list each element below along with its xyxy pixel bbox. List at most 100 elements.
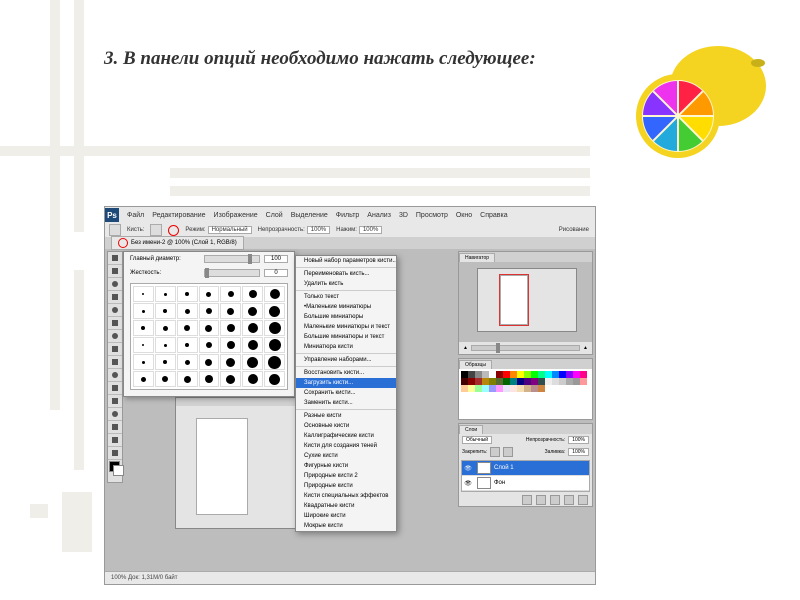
color-swatch[interactable] <box>552 371 559 378</box>
menu-item[interactable]: Выделение <box>291 212 328 219</box>
color-swatch[interactable] <box>545 371 552 378</box>
menu-item[interactable]: Природные кисти <box>296 481 396 491</box>
color-swatch[interactable] <box>468 385 475 392</box>
tool-button[interactable] <box>108 382 122 395</box>
brush-thumb[interactable] <box>177 286 198 302</box>
brush-thumb[interactable] <box>264 320 285 336</box>
blend-mode-select[interactable]: Нормальный <box>208 226 252 234</box>
brush-thumb[interactable] <box>220 354 241 370</box>
brush-thumb[interactable] <box>220 320 241 336</box>
brush-thumb[interactable] <box>242 286 263 302</box>
color-swatch[interactable] <box>503 371 510 378</box>
color-swatch[interactable] <box>496 371 503 378</box>
menu-item[interactable]: Сухие кисти <box>296 451 396 461</box>
brush-thumb[interactable] <box>133 337 154 353</box>
brush-thumb[interactable] <box>133 320 154 336</box>
menu-item[interactable]: Миниатюра кисти <box>296 342 396 352</box>
brush-thumb[interactable] <box>264 371 285 387</box>
new-layer-icon[interactable] <box>564 495 574 505</box>
layer-blend-mode[interactable]: Обычный <box>462 436 492 444</box>
menu-item[interactable]: Кисти специальных эффектов <box>296 491 396 501</box>
brush-thumb[interactable] <box>133 286 154 302</box>
flow-field[interactable]: 100% <box>359 226 382 234</box>
brush-thumb[interactable] <box>199 337 220 353</box>
color-swatch[interactable] <box>510 378 517 385</box>
tool-button[interactable] <box>108 447 122 460</box>
brush-thumb[interactable] <box>199 354 220 370</box>
hardness-value[interactable]: 0 <box>264 269 288 277</box>
brush-thumb[interactable] <box>220 286 241 302</box>
tool-button[interactable] <box>108 265 122 278</box>
color-swatch[interactable] <box>475 385 482 392</box>
brush-thumb[interactable] <box>199 371 220 387</box>
menu-item[interactable]: Квадратные кисти <box>296 501 396 511</box>
brush-thumb[interactable] <box>177 303 198 319</box>
brush-thumb[interactable] <box>264 303 285 319</box>
color-swatch[interactable] <box>461 385 468 392</box>
menu-item[interactable]: Файл <box>127 212 144 219</box>
color-swatch[interactable] <box>531 371 538 378</box>
tool-button[interactable] <box>108 434 122 447</box>
menu-item[interactable]: Загрузить кисти... <box>296 378 396 388</box>
brush-thumb[interactable] <box>133 354 154 370</box>
tool-button[interactable] <box>108 304 122 317</box>
menu-item[interactable]: Восстановить кисти... <box>296 368 396 378</box>
color-swatch[interactable] <box>524 385 531 392</box>
visibility-icon[interactable]: 👁 <box>462 465 474 472</box>
tool-button[interactable] <box>108 330 122 343</box>
color-swatches[interactable] <box>108 460 122 482</box>
document-window[interactable] <box>175 397 307 529</box>
color-swatch[interactable] <box>524 378 531 385</box>
color-swatch[interactable] <box>489 385 496 392</box>
menu-item[interactable]: Маленькие миниатюры <box>296 302 396 312</box>
menu-item[interactable]: Переименовать кисть... <box>296 269 396 279</box>
tool-button[interactable] <box>108 356 122 369</box>
layer-fill[interactable]: 100% <box>568 448 589 456</box>
brush-thumb[interactable] <box>220 303 241 319</box>
color-swatch[interactable] <box>517 371 524 378</box>
color-swatch[interactable] <box>531 378 538 385</box>
brush-thumb[interactable] <box>220 337 241 353</box>
color-swatch[interactable] <box>573 371 580 378</box>
menu-item[interactable]: Заменить кисти... <box>296 398 396 408</box>
menu-item[interactable]: Кисти для создания теней <box>296 441 396 451</box>
brush-thumb[interactable] <box>177 371 198 387</box>
tool-button[interactable] <box>108 421 122 434</box>
color-swatch[interactable] <box>531 385 538 392</box>
brush-thumb[interactable] <box>199 286 220 302</box>
brush-thumb[interactable] <box>242 337 263 353</box>
color-swatch[interactable] <box>566 378 573 385</box>
workspace-label[interactable]: Рисование <box>559 227 589 233</box>
brush-thumb[interactable] <box>242 354 263 370</box>
navigator-thumbnail[interactable] <box>477 268 577 332</box>
color-swatch[interactable] <box>517 378 524 385</box>
brush-thumb[interactable] <box>133 303 154 319</box>
color-swatch[interactable] <box>517 385 524 392</box>
tool-button[interactable] <box>108 317 122 330</box>
tool-button[interactable] <box>108 343 122 356</box>
brush-thumb[interactable] <box>220 371 241 387</box>
lock-icon[interactable] <box>503 447 513 457</box>
color-swatch[interactable] <box>468 371 475 378</box>
menu-item[interactable]: Управление наборами... <box>296 355 396 365</box>
swatches-tab[interactable]: Образцы <box>459 360 492 369</box>
color-swatch[interactable] <box>559 371 566 378</box>
layer-mask-icon[interactable] <box>536 495 546 505</box>
menu-item[interactable]: Сохранить кисти... <box>296 388 396 398</box>
color-swatch[interactable] <box>496 378 503 385</box>
layers-tab[interactable]: Слои <box>459 425 483 434</box>
brush-thumb[interactable] <box>242 320 263 336</box>
color-swatch[interactable] <box>510 371 517 378</box>
color-swatch[interactable] <box>468 378 475 385</box>
brush-thumb[interactable] <box>155 286 176 302</box>
color-swatch[interactable] <box>538 378 545 385</box>
color-swatch[interactable] <box>538 385 545 392</box>
menu-item[interactable]: Справка <box>480 212 507 219</box>
layer-row[interactable]: 👁Слой 1 <box>462 461 589 476</box>
layer-row[interactable]: 👁Фон <box>462 476 589 491</box>
tool-button[interactable] <box>108 278 122 291</box>
tool-button[interactable] <box>108 395 122 408</box>
layer-fx-icon[interactable] <box>522 495 532 505</box>
brush-tool-icon[interactable] <box>109 224 121 236</box>
color-swatch[interactable] <box>496 385 503 392</box>
